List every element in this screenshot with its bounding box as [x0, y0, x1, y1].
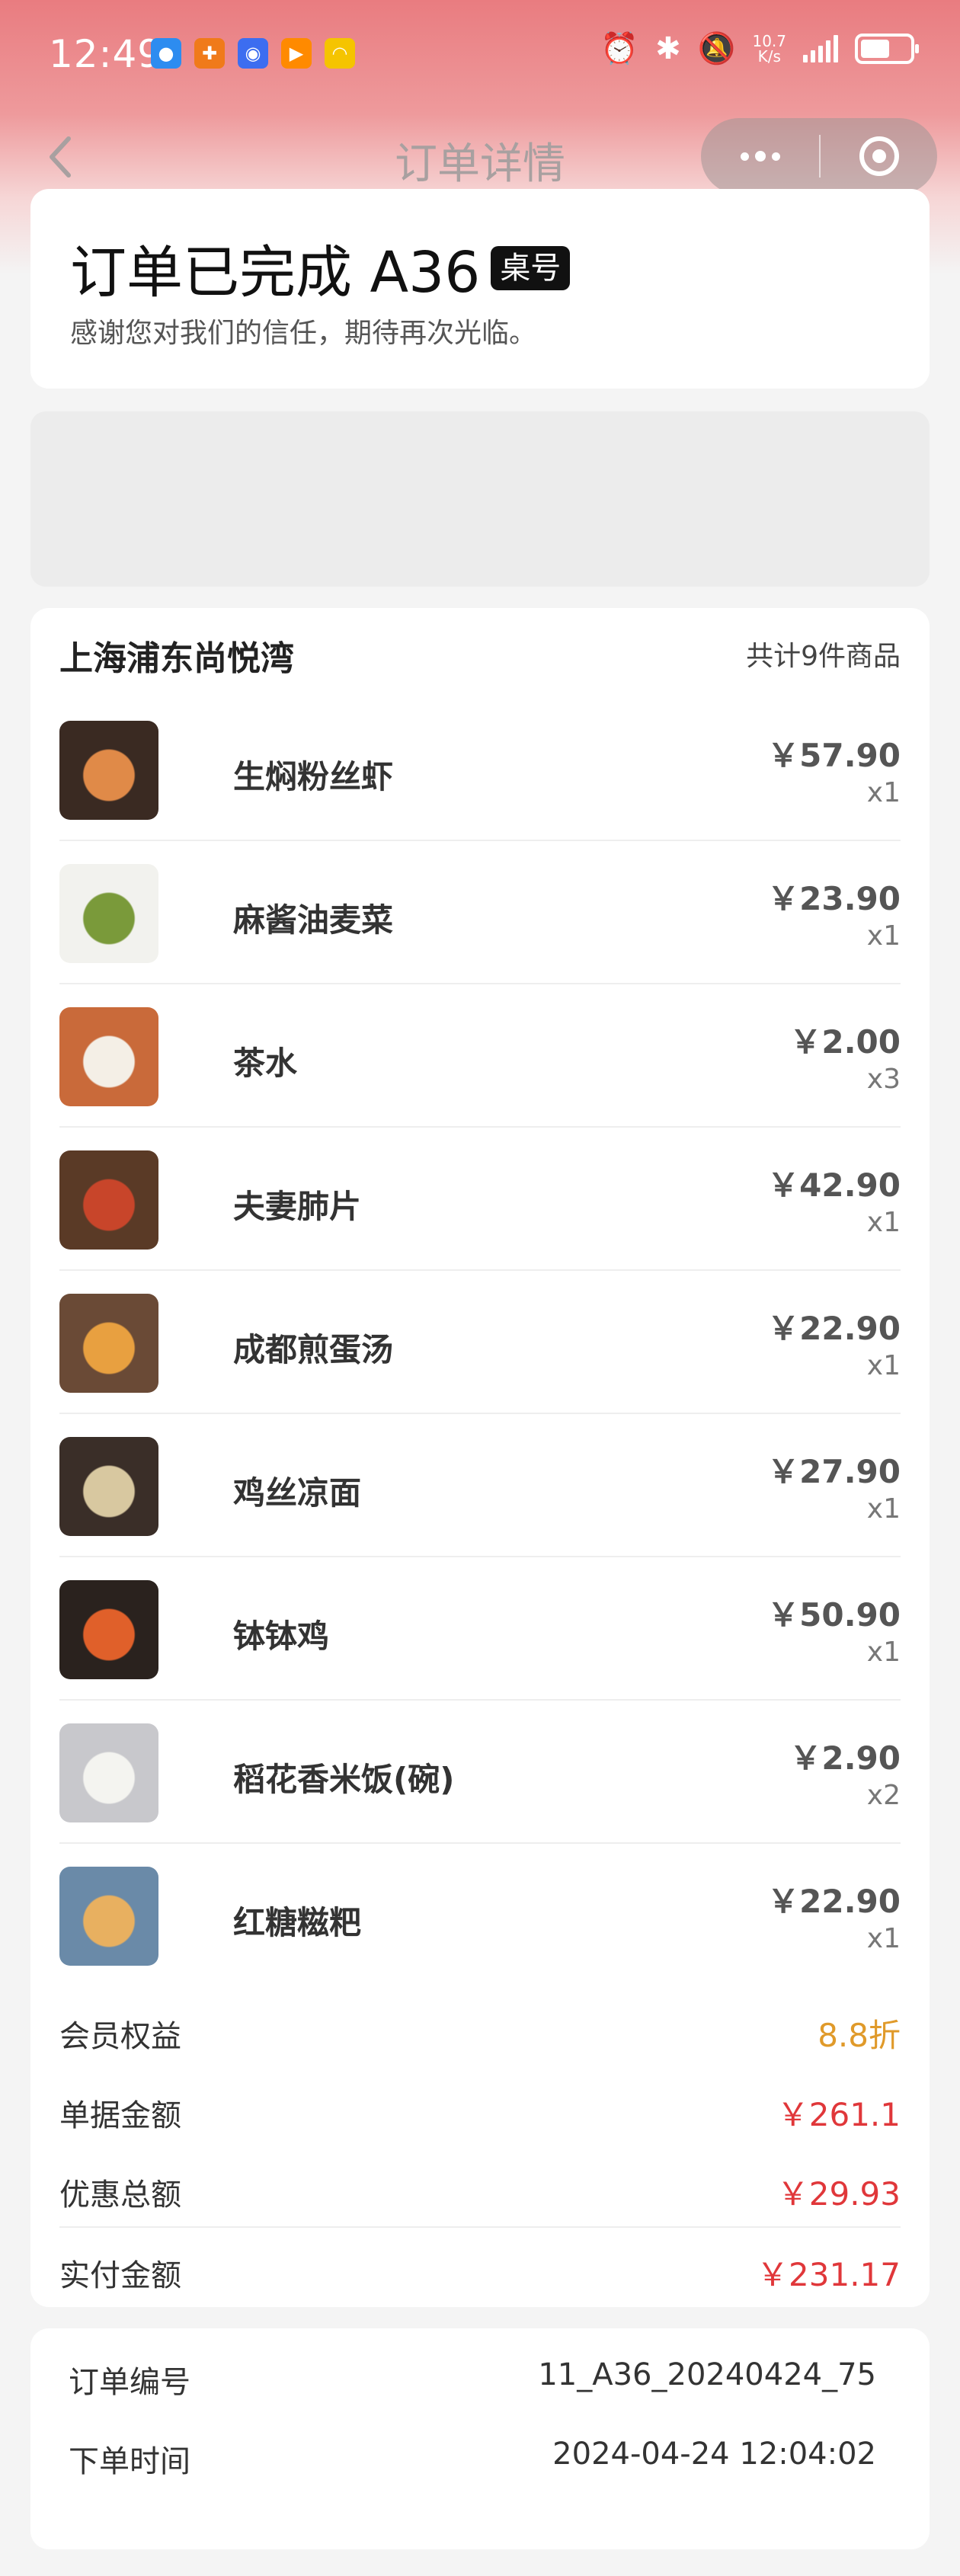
- status-time: 12:49: [49, 32, 163, 76]
- item-name: 稻花香米饭(碗): [233, 1761, 455, 1798]
- mini-program-capsule: [701, 118, 937, 194]
- item-price: ￥42.90: [767, 1166, 901, 1204]
- item-quantity: x1: [866, 1923, 901, 1954]
- discount-total-label: 优惠总额: [59, 2178, 181, 2213]
- bluetooth-icon: ✱: [655, 31, 681, 66]
- order-items-card: 上海浦东尚悦湾 共计9件商品 生焖粉丝虾 ￥57.90 x1 麻酱油麦菜 ￥23.90 x…: [30, 608, 930, 2307]
- item-price: ￥27.90: [767, 1453, 901, 1490]
- order-item-row[interactable]: 麻酱油麦菜 ￥23.90 x1: [59, 841, 901, 984]
- member-benefit-row: 会员权益 8.8折: [59, 1989, 901, 2068]
- order-item-row[interactable]: 生焖粉丝虾 ￥57.90 x1: [59, 698, 901, 841]
- app-icon-blue: ◉: [238, 38, 268, 69]
- bill-amount-row: 单据金额 ￥261.1: [59, 2068, 901, 2147]
- member-benefit-value: 8.8折: [818, 2017, 901, 2054]
- close-mini-program-button[interactable]: [821, 118, 937, 194]
- order-status-subtitle: 感谢您对我们的信任，期待再次光临。: [70, 318, 537, 349]
- item-name: 茶水: [233, 1045, 298, 1082]
- item-name: 钵钵鸡: [233, 1618, 330, 1655]
- order-status-card: 订单已完成 A36 桌号 感谢您对我们的信任，期待再次光临。: [30, 189, 930, 389]
- video-app-icon: ▶: [281, 38, 312, 69]
- table-number-badge: 桌号: [491, 245, 571, 290]
- order-item-row[interactable]: 鸡丝凉面 ￥27.90 x1: [59, 1414, 901, 1557]
- app-icon-orange: ✚: [194, 38, 225, 69]
- order-status-title: 订单已完成 A36: [70, 240, 481, 306]
- order-item-row[interactable]: 成都煎蛋汤 ￥22.90 x1: [59, 1271, 901, 1414]
- target-icon: [859, 136, 899, 176]
- dish-image: [59, 1150, 158, 1250]
- app-icon-yellow: ◠: [325, 38, 355, 69]
- member-benefit-label: 会员权益: [59, 2019, 181, 2054]
- dish-image: [59, 864, 158, 963]
- item-quantity: x3: [866, 1064, 901, 1095]
- order-info-card: 订单编号 11_A36_20240424_75 下单时间 2024-04-24 …: [30, 2328, 930, 2549]
- paid-amount-label: 实付金额: [59, 2258, 181, 2293]
- item-quantity: x1: [866, 1493, 901, 1525]
- item-quantity: x2: [866, 1780, 901, 1811]
- item-name: 夫妻肺片: [233, 1188, 362, 1225]
- placeholder-banner: [30, 411, 930, 587]
- order-item-row[interactable]: 茶水 ￥2.00 x3: [59, 984, 901, 1128]
- item-quantity: x1: [866, 1207, 901, 1238]
- item-price: ￥22.90: [767, 1310, 901, 1347]
- mute-icon: 🔕: [697, 31, 736, 66]
- system-icons: ⏰ ✱ 🔕 10.7 K/s: [600, 31, 919, 66]
- notification-icons: ● ✚ ◉ ▶ ◠: [151, 38, 355, 69]
- item-price: ￥22.90: [767, 1883, 901, 1920]
- network-speed-unit: K/s: [757, 47, 781, 66]
- battery-level: [861, 40, 890, 58]
- item-name: 成都煎蛋汤: [233, 1331, 394, 1368]
- order-time-value: 2024-04-24 12:04:02: [552, 2437, 876, 2472]
- dish-image: [59, 721, 158, 820]
- item-quantity: x1: [866, 920, 901, 952]
- paid-amount-value: ￥231.17: [757, 2256, 901, 2293]
- dish-image: [59, 1437, 158, 1536]
- item-price: ￥2.00: [789, 1023, 901, 1061]
- item-name: 生焖粉丝虾: [233, 758, 394, 795]
- item-name: 红糖糍粑: [233, 1904, 362, 1941]
- item-quantity: x1: [866, 1350, 901, 1381]
- item-price: ￥23.90: [767, 880, 901, 917]
- network-speed: 10.7 K/s: [752, 34, 786, 64]
- more-menu-button[interactable]: [701, 118, 819, 194]
- dish-image: [59, 1867, 158, 1966]
- total-item-count: 共计9件商品: [746, 641, 901, 672]
- order-item-row[interactable]: 红糖糍粑 ￥22.90 x1: [59, 1844, 901, 1987]
- order-status-heading: 订单已完成 A36 桌号: [70, 227, 571, 309]
- network-speed-value: 10.7: [752, 32, 786, 50]
- dish-image: [59, 1580, 158, 1679]
- order-time-label: 下单时间: [69, 2444, 190, 2479]
- item-price: ￥57.90: [767, 737, 901, 774]
- order-item-row[interactable]: 钵钵鸡 ￥50.90 x1: [59, 1557, 901, 1701]
- item-quantity: x1: [866, 1637, 901, 1668]
- message-icon: ●: [151, 38, 181, 69]
- store-name: 上海浦东尚悦湾: [59, 639, 294, 678]
- order-number-label: 订单编号: [69, 2365, 190, 2400]
- discount-total-row: 优惠总额 ￥29.93: [59, 2147, 901, 2226]
- item-price: ￥50.90: [767, 1596, 901, 1634]
- order-time-row: 下单时间 2024-04-24 12:04:02: [69, 2437, 876, 2490]
- order-number-row: 订单编号 11_A36_20240424_75: [69, 2357, 876, 2411]
- page: 12:49 ● ✚ ◉ ▶ ◠ ⏰ ✱ 🔕 10.7 K/s 订单详情 订单已完…: [0, 0, 960, 2576]
- item-quantity: x1: [866, 777, 901, 808]
- order-item-row[interactable]: 夫妻肺片 ￥42.90 x1: [59, 1128, 901, 1271]
- battery-icon: [855, 34, 919, 64]
- discount-total-value: ￥29.93: [776, 2175, 901, 2213]
- item-name: 麻酱油麦菜: [233, 901, 394, 939]
- alarm-icon: ⏰: [600, 31, 639, 66]
- dish-image: [59, 1294, 158, 1393]
- signal-icon: [803, 35, 838, 62]
- dish-image: [59, 1723, 158, 1822]
- item-price: ￥2.90: [789, 1739, 901, 1777]
- bill-amount-label: 单据金额: [59, 2098, 181, 2133]
- paid-amount-row: 实付金额 ￥231.17: [59, 2226, 901, 2306]
- status-bar: 12:49 ● ✚ ◉ ▶ ◠ ⏰ ✱ 🔕 10.7 K/s: [0, 0, 960, 114]
- bill-amount-value: ￥261.1: [776, 2096, 901, 2133]
- dish-image: [59, 1007, 158, 1106]
- order-item-row[interactable]: 稻花香米饭(碗) ￥2.90 x2: [59, 1701, 901, 1844]
- item-name: 鸡丝凉面: [233, 1474, 362, 1512]
- order-number-value: 11_A36_20240424_75: [538, 2357, 876, 2392]
